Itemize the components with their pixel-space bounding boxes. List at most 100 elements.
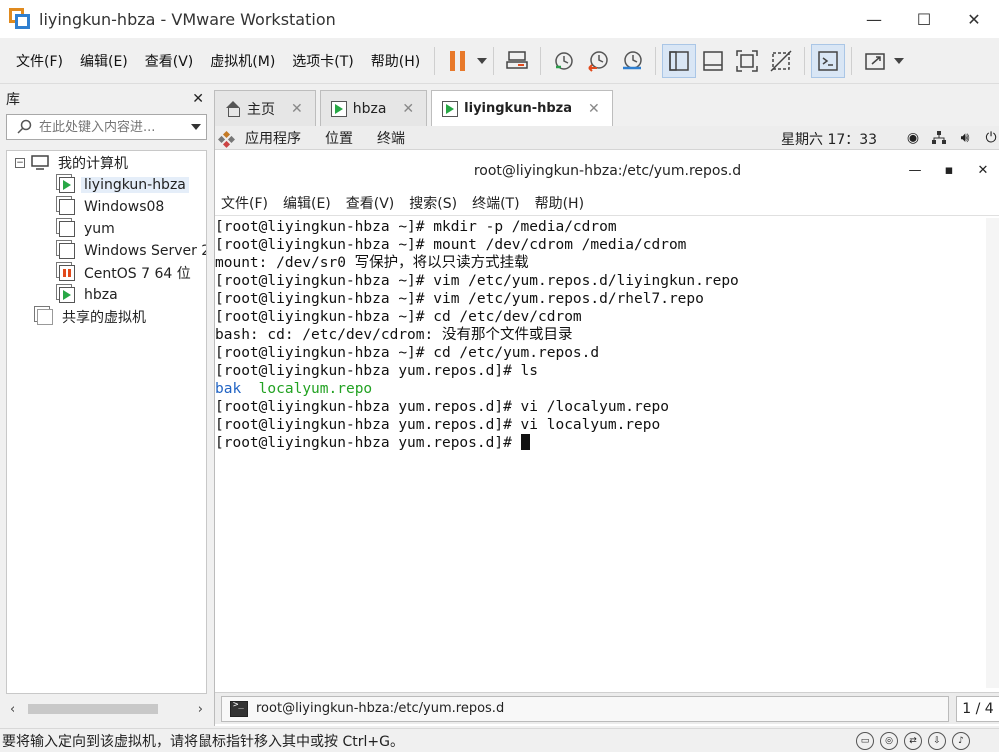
search-dropdown-icon[interactable] bbox=[191, 124, 201, 130]
terminal-line: [root@liyingkun-hbza ~]# cd /etc/dev/cdr… bbox=[215, 309, 582, 325]
tree-label: Windows08 bbox=[84, 199, 165, 215]
maximize-button[interactable]: ☐ bbox=[899, 0, 949, 38]
snapshot-manager-button[interactable] bbox=[615, 44, 649, 78]
tab-close-icon[interactable]: ✕ bbox=[588, 101, 600, 117]
terminal-ls-output: bak localyum.repo bbox=[215, 380, 999, 398]
tree-node-my-computer[interactable]: − 我的计算机 bbox=[15, 152, 131, 174]
guest-top-bar: 应用程序 位置 终端 星期六 17：33 ◉ 🔊︎ ⏻ bbox=[215, 126, 999, 150]
vm-running-icon bbox=[59, 287, 75, 303]
sound-status-icon[interactable]: ♪ bbox=[952, 732, 970, 750]
library-header: 库 ✕ bbox=[0, 86, 212, 112]
terminal-menu-edit[interactable]: 编辑(E) bbox=[283, 193, 331, 213]
tree-label: yum bbox=[84, 221, 115, 237]
title-bar: liyingkun-hbza - VMware Workstation — ☐ … bbox=[0, 0, 999, 38]
menu-file[interactable]: 文件(F) bbox=[8, 51, 71, 71]
toolbar-separator bbox=[540, 46, 542, 75]
status-message: 要将输入定向到该虚拟机，请将鼠标指针移入其中或按 Ctrl+G。 bbox=[2, 733, 404, 750]
terminal-line: [root@liyingkun-hbza ~]# vim /etc/yum.re… bbox=[215, 291, 704, 307]
hard-disk-status-icon[interactable]: ▭ bbox=[856, 732, 874, 750]
tab-hbza[interactable]: hbza ✕ bbox=[319, 90, 428, 126]
console-icon bbox=[818, 50, 838, 71]
thumbnail-bar-button[interactable] bbox=[696, 44, 730, 78]
tree-node-shared[interactable]: 共享的虚拟机 bbox=[37, 306, 149, 328]
tree-node-vm[interactable]: Windows08 bbox=[59, 196, 167, 218]
applications-icon bbox=[223, 131, 237, 145]
vm-running-icon bbox=[442, 100, 459, 117]
snapshot-button[interactable] bbox=[547, 44, 581, 78]
terminal-line: [root@liyingkun-hbza yum.repos.d]# vi /l… bbox=[215, 399, 669, 415]
terminal-menu-help[interactable]: 帮助(H) bbox=[535, 193, 584, 213]
volume-icon[interactable]: 🔊︎ bbox=[957, 130, 973, 146]
guest-menu-places[interactable]: 位置 bbox=[325, 128, 353, 148]
library-close-icon[interactable]: ✕ bbox=[192, 91, 204, 107]
menu-view[interactable]: 查看(V) bbox=[137, 51, 202, 71]
revert-snapshot-button[interactable] bbox=[581, 44, 615, 78]
library-horizontal-scrollbar[interactable]: ‹ › bbox=[6, 700, 207, 718]
library-search-input[interactable] bbox=[39, 119, 189, 135]
terminal-menu-view[interactable]: 查看(V) bbox=[346, 193, 395, 213]
send-ctrl-alt-del-button[interactable] bbox=[500, 44, 534, 78]
minimize-button[interactable]: — bbox=[849, 0, 899, 38]
cd-rom-status-icon[interactable]: ◎ bbox=[880, 732, 898, 750]
workspace-switcher[interactable]: 1 / 4 bbox=[956, 696, 999, 722]
menu-help[interactable]: 帮助(H) bbox=[363, 51, 428, 71]
vm-icon bbox=[59, 243, 75, 259]
terminal-menu-search[interactable]: 搜索(S) bbox=[409, 193, 457, 213]
terminal-menu-file[interactable]: 文件(F) bbox=[221, 193, 268, 213]
unity-button[interactable] bbox=[764, 44, 798, 78]
power-dropdown-icon[interactable] bbox=[477, 57, 488, 64]
terminal-output[interactable]: [root@liyingkun-hbza ~]# mkdir -p /media… bbox=[215, 218, 999, 688]
tab-close-icon[interactable]: ✕ bbox=[402, 101, 414, 117]
tree-label: 共享的虚拟机 bbox=[62, 310, 146, 326]
terminal-maximize-button[interactable]: ▪ bbox=[932, 157, 966, 185]
accessibility-icon[interactable]: ◉ bbox=[905, 130, 921, 146]
menu-vm[interactable]: 虚拟机(M) bbox=[202, 51, 283, 71]
terminal-cursor bbox=[520, 434, 530, 450]
tab-label: liyingkun-hbza bbox=[464, 101, 573, 116]
library-search[interactable] bbox=[6, 114, 207, 140]
tree-node-vm[interactable]: hbza bbox=[59, 284, 121, 306]
full-screen-button[interactable] bbox=[730, 44, 764, 78]
terminal-close-button[interactable]: ✕ bbox=[966, 157, 999, 185]
terminal-icon bbox=[230, 700, 248, 717]
vm-console[interactable]: 应用程序 位置 终端 星期六 17：33 ◉ 🔊︎ ⏻ root@liyingk… bbox=[214, 126, 999, 726]
collapse-icon[interactable]: − bbox=[15, 158, 25, 168]
guest-menu-terminal[interactable]: 终端 bbox=[377, 128, 405, 148]
tab-home[interactable]: 主页 ✕ bbox=[214, 90, 316, 126]
terminal-minimize-button[interactable]: — bbox=[898, 157, 932, 185]
scrollbar-thumb[interactable] bbox=[28, 704, 158, 714]
tree-label: 我的计算机 bbox=[58, 156, 128, 172]
network-icon[interactable] bbox=[931, 130, 947, 146]
menu-edit[interactable]: 编辑(E) bbox=[72, 51, 136, 71]
pause-button[interactable] bbox=[441, 44, 475, 78]
close-button[interactable]: ✕ bbox=[949, 0, 999, 38]
network-adapter-status-icon[interactable]: ⇄ bbox=[904, 732, 922, 750]
terminal-scrollbar[interactable] bbox=[986, 218, 999, 688]
tab-close-icon[interactable]: ✕ bbox=[291, 101, 303, 117]
terminal-menu-terminal[interactable]: 终端(T) bbox=[472, 193, 519, 213]
stretch-dropdown-icon[interactable] bbox=[894, 57, 905, 64]
tree-node-vm[interactable]: yum bbox=[59, 218, 118, 240]
stretch-button[interactable] bbox=[858, 44, 892, 78]
terminal-line: [root@liyingkun-hbza ~]# mount /dev/cdro… bbox=[215, 237, 687, 253]
guest-menu-applications[interactable]: 应用程序 bbox=[245, 128, 301, 148]
guest-clock[interactable]: 星期六 17：33 bbox=[781, 129, 877, 149]
tree-node-vm[interactable]: liyingkun-hbza bbox=[59, 174, 189, 196]
taskbar-terminal-item[interactable]: root@liyingkun-hbza:/etc/yum.repos.d bbox=[221, 695, 949, 722]
tab-liyingkun-hbza[interactable]: liyingkun-hbza ✕ bbox=[431, 90, 613, 126]
snapshot-manager-icon bbox=[623, 50, 642, 69]
tree-node-vm[interactable]: Windows Server 2 bbox=[59, 240, 206, 262]
terminal-line: bash: cd: /etc/dev/cdrom: 没有那个文件或目录 bbox=[215, 327, 573, 343]
vm-running-icon bbox=[59, 177, 75, 193]
tree-node-vm[interactable]: CentOS 7 64 位 bbox=[59, 262, 194, 284]
scroll-right-icon[interactable]: › bbox=[198, 702, 203, 717]
power-icon[interactable]: ⏻ bbox=[983, 130, 999, 146]
toolbar-separator bbox=[493, 46, 495, 75]
scroll-left-icon[interactable]: ‹ bbox=[10, 702, 15, 717]
menu-tabs[interactable]: 选项卡(T) bbox=[284, 51, 361, 71]
console-view-button[interactable] bbox=[811, 43, 846, 78]
revert-clock-icon bbox=[588, 50, 608, 72]
usb-status-icon[interactable]: ⇩ bbox=[928, 732, 946, 750]
show-library-button[interactable] bbox=[662, 43, 697, 78]
tree-label: liyingkun-hbza bbox=[81, 177, 189, 193]
